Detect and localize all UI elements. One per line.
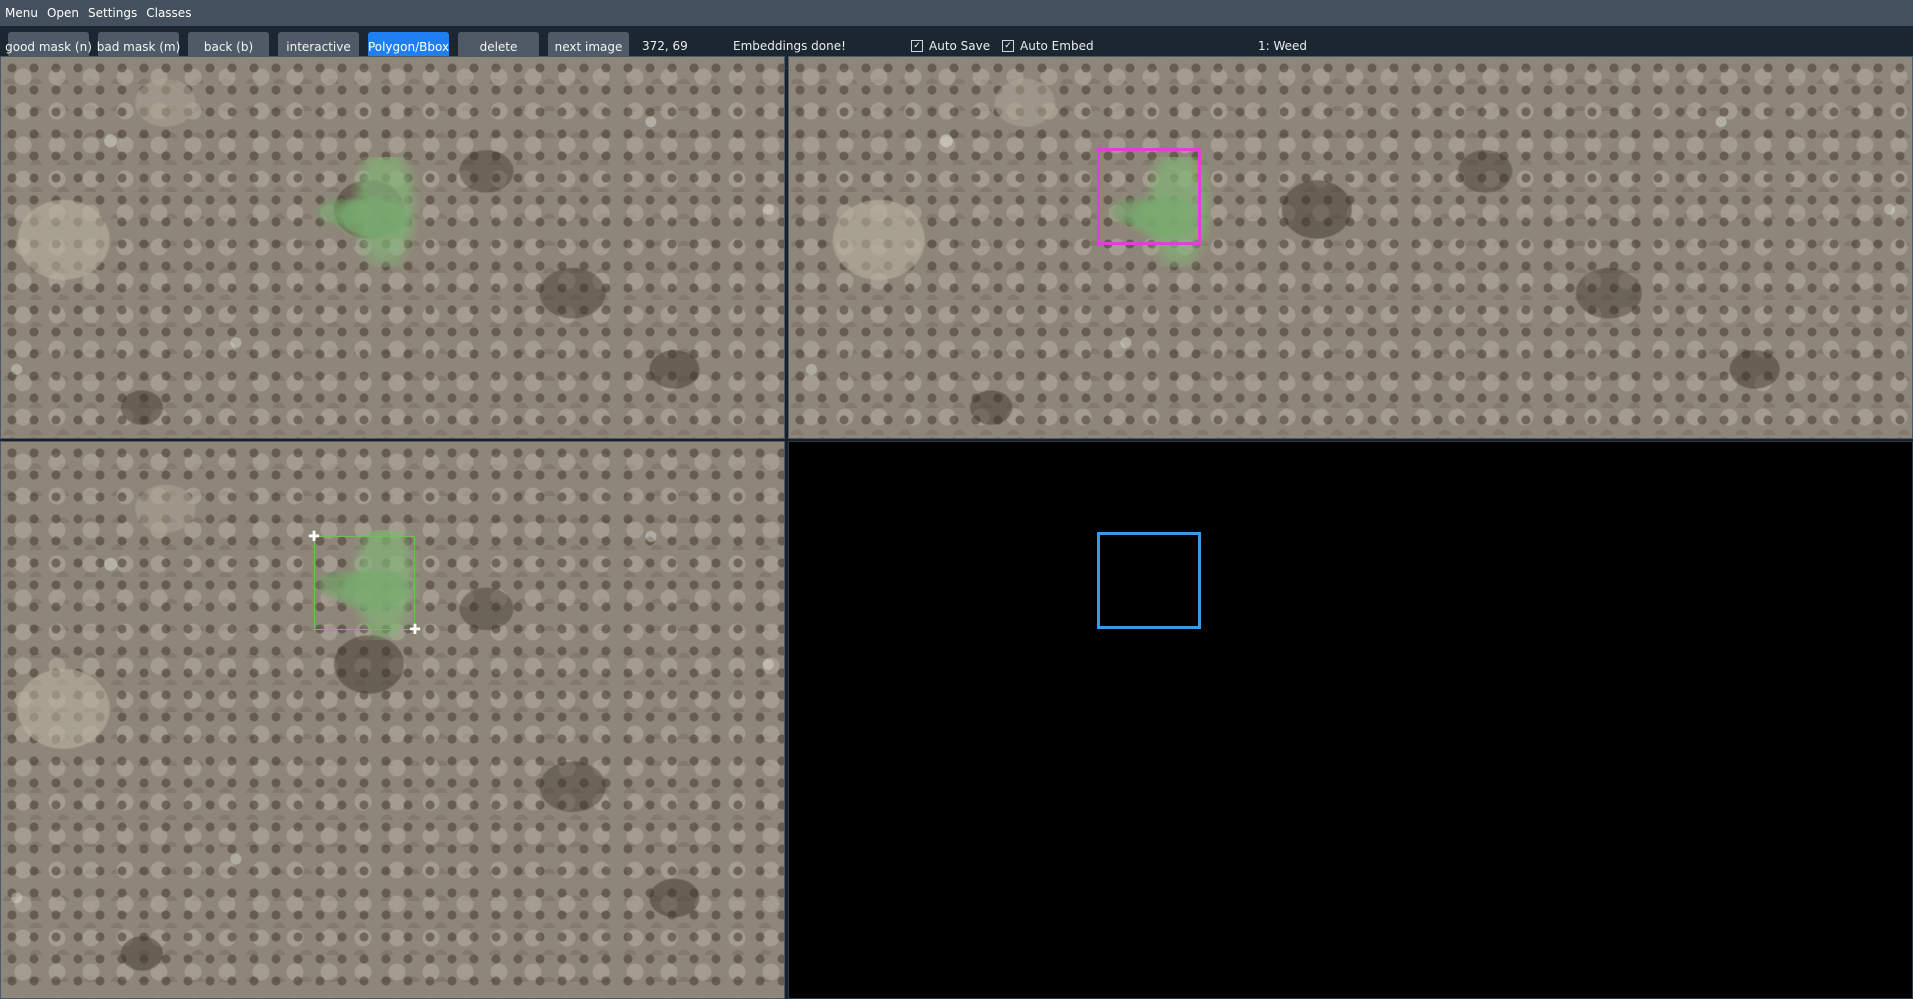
current-class-label: 1: Weed xyxy=(1258,39,1308,53)
predicted-bbox[interactable] xyxy=(1097,148,1201,245)
checkbox-check-icon: ✓ xyxy=(1002,40,1014,52)
menu-item-classes[interactable]: Classes xyxy=(141,0,195,26)
menu-item-open[interactable]: Open xyxy=(42,0,83,26)
auto-save-checkbox[interactable]: ✓ Auto Save xyxy=(911,39,990,53)
menu-bar: Menu Open Settings Classes xyxy=(0,0,1913,26)
mask-bbox[interactable] xyxy=(1097,532,1201,629)
auto-save-label: Auto Save xyxy=(929,39,991,53)
checkbox-check-icon: ✓ xyxy=(911,40,923,52)
auto-embed-checkbox[interactable]: ✓ Auto Embed xyxy=(1002,39,1094,53)
image-view[interactable] xyxy=(0,56,785,439)
status-text: Embeddings done! xyxy=(733,39,846,53)
menu-item-menu[interactable]: Menu xyxy=(0,0,42,26)
menu-item-settings[interactable]: Settings xyxy=(83,0,141,26)
weed-plant xyxy=(301,157,421,267)
bbox-handle-bottom-right-icon[interactable]: ✚ xyxy=(408,623,422,637)
bbox-handle-top-left-icon[interactable]: ✚ xyxy=(307,530,321,544)
prediction-view[interactable] xyxy=(788,56,1913,439)
edit-bbox[interactable] xyxy=(314,536,415,630)
auto-embed-label: Auto Embed xyxy=(1020,39,1094,53)
edit-view[interactable]: ✚ ✚ xyxy=(0,441,785,999)
mask-view[interactable] xyxy=(788,441,1913,999)
cursor-coordinates: 372, 69 xyxy=(642,39,688,53)
